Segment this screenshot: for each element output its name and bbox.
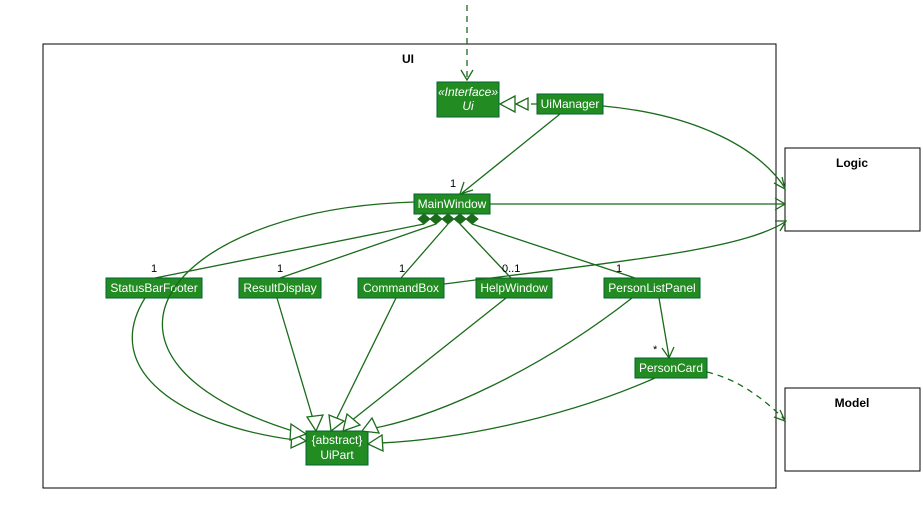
class-helpwindow: HelpWindow [476,278,552,298]
class-personcard: PersonCard [635,358,707,378]
class-ui-stereotype: «Interface» [438,85,498,99]
tri-cb-to-uipart [329,415,344,431]
package-model-label: Model [835,396,870,410]
class-statusbarfooter-name: StatusBarFooter [110,281,197,295]
edge-pc-to-uipart [380,378,655,443]
class-uipart: {abstract} UiPart [306,431,368,465]
package-ui-label: UI [402,52,414,66]
edge-mw-rd [280,224,436,278]
tri-mw-to-uipart [290,424,306,440]
mult-personlistpanel: 1 [616,263,622,275]
class-commandbox-name: CommandBox [363,281,439,295]
class-personcard-name: PersonCard [639,361,703,375]
class-ui-name: Ui [462,99,474,113]
class-personlistpanel: PersonListPanel [604,278,700,298]
mult-commandbox: 1 [399,263,405,275]
arrowhead-uimanager-realizes-ui [516,98,528,110]
class-commandbox: CommandBox [358,278,444,298]
tri-pc-to-uipart [368,435,383,451]
arrowhead-uimanager-realizes-ui-tri [500,96,515,112]
class-statusbarfooter: StatusBarFooter [106,278,202,298]
uml-diagram: UI Logic Model «Interface» Ui UiManager … [0,0,923,511]
class-uimanager-name: UiManager [541,97,600,111]
arrowhead-uimanager-to-mainwindow [460,182,473,194]
diamond-cb [442,214,454,224]
edge-sbf-to-uipart [132,298,295,440]
tri-rd-to-uipart [307,415,323,431]
class-personlistpanel-name: PersonListPanel [608,281,695,295]
edge-mw-sbf [155,224,424,278]
mult-resultdisplay: 1 [277,263,283,275]
mult-statusbarfooter: 1 [151,263,157,275]
diamond-plp [466,214,478,224]
edge-cb-to-uipart [336,298,396,420]
mult-mainwindow: 1 [450,178,456,190]
mult-personcard: * [653,344,658,356]
diamond-hw [454,214,466,224]
edge-mw-cb [401,224,448,278]
edge-uimanager-to-mainwindow [462,114,560,193]
class-resultdisplay: ResultDisplay [239,278,321,298]
edge-plp-to-uipart [375,298,632,428]
edge-hw-to-uipart [351,298,506,421]
package-logic-label: Logic [836,156,868,170]
edge-rd-to-uipart [277,298,313,419]
class-uipart-modifier: {abstract} [312,433,363,447]
class-mainwindow-name: MainWindow [418,197,487,211]
mult-helpwindow: 0..1 [502,263,520,275]
tri-plp-to-uipart [362,418,379,433]
edge-uimanager-to-logic [603,106,785,188]
class-ui-interface: «Interface» Ui [437,82,499,117]
class-helpwindow-name: HelpWindow [480,281,548,295]
class-mainwindow: MainWindow [414,194,490,214]
edge-mw-to-uipart [162,202,414,432]
class-uimanager: UiManager [537,94,603,114]
edge-personcard-to-model [707,372,785,420]
class-uipart-name: UiPart [320,448,354,462]
diamond-sbf [418,214,430,224]
edge-plp-to-personcard [659,298,669,357]
diamond-rd [430,214,442,224]
class-resultdisplay-name: ResultDisplay [243,281,316,295]
